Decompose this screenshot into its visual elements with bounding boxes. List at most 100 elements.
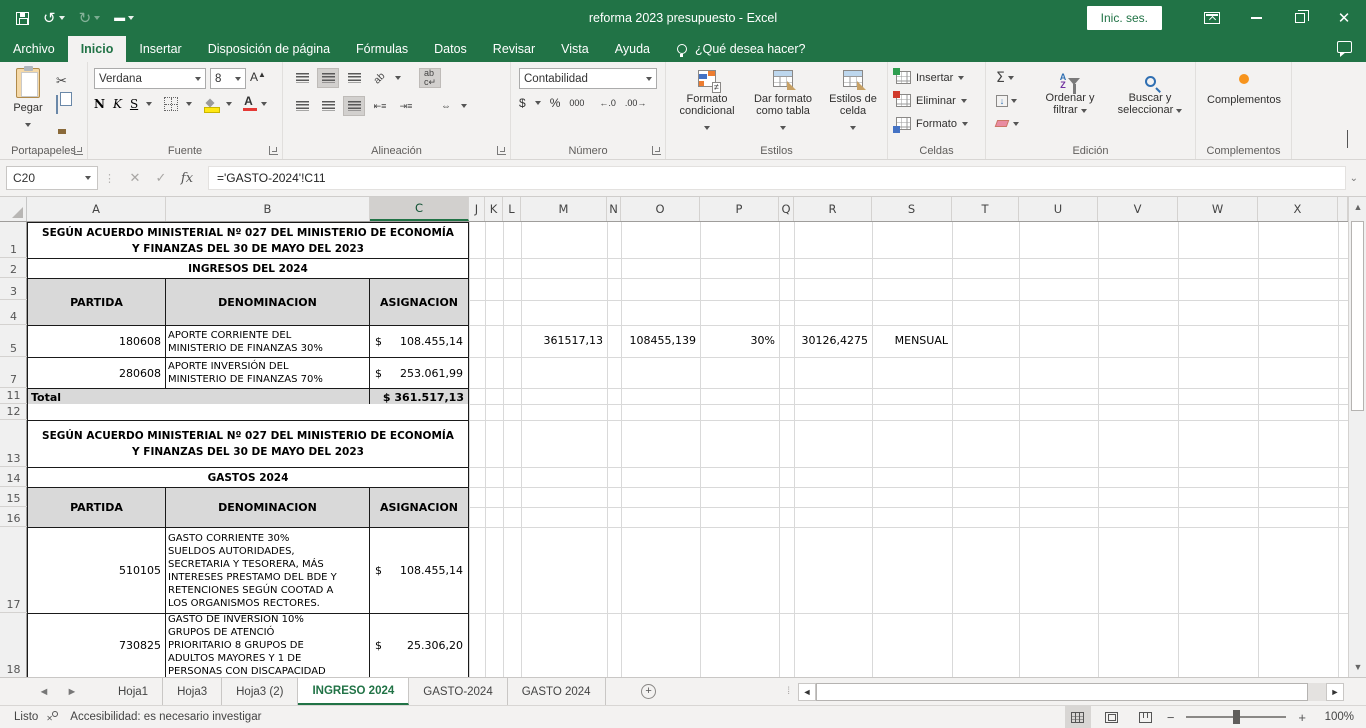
col-header-O[interactable]: O — [621, 197, 700, 221]
sheet-tab-gasto-2024b[interactable]: GASTO 2024 — [508, 678, 606, 705]
scroll-up-icon[interactable]: ▲ — [1349, 197, 1366, 217]
number-format-select[interactable]: Contabilidad — [519, 68, 657, 89]
cell-denominacion[interactable]: GASTO DE INVERSION 10% GRUPOS DE ATENCIÓ… — [166, 614, 370, 677]
cell-asignacion[interactable]: $ 108.455,14 — [370, 528, 468, 613]
borders-caret-icon[interactable] — [186, 102, 192, 106]
borders-icon[interactable] — [164, 97, 178, 111]
cell-denominacion[interactable]: GASTO CORRIENTE 30% SUELDOS AUTORIDADES,… — [166, 528, 370, 613]
row-header-7[interactable]: 7 — [0, 357, 27, 388]
increase-indent-icon[interactable]: ⇥≡ — [395, 96, 417, 116]
cancel-formula-icon[interactable]: ✕ — [122, 166, 148, 190]
zoom-out-icon[interactable]: − — [1167, 710, 1175, 725]
tab-disposicion[interactable]: Disposición de página — [195, 36, 343, 62]
accessibility-status[interactable]: Accesibilidad: es necesario investigar — [70, 711, 261, 723]
header-denominacion[interactable]: DENOMINACION — [166, 488, 370, 527]
row-header-15[interactable]: 15 — [0, 487, 27, 507]
col-header-M[interactable]: M — [521, 197, 607, 221]
cell-R5[interactable]: 30126,4275 — [794, 325, 872, 357]
cell-partida[interactable]: 180608 — [28, 326, 166, 357]
align-center-icon[interactable] — [317, 96, 339, 116]
row-header-17[interactable]: 17 — [0, 527, 27, 613]
font-name-select[interactable]: Verdana — [94, 68, 206, 89]
wrap-text-icon[interactable]: abc↵ — [419, 68, 441, 88]
format-painter-button[interactable] — [56, 120, 60, 138]
row12-spacer[interactable] — [27, 404, 469, 420]
row-header-3[interactable]: 3 — [0, 278, 27, 300]
underline-caret-icon[interactable] — [146, 102, 152, 106]
col-header-L[interactable]: L — [503, 197, 521, 221]
view-page-layout-icon[interactable] — [1099, 706, 1125, 728]
col-header-B[interactable]: B — [166, 197, 370, 221]
header-partida[interactable]: PARTIDA — [28, 279, 166, 325]
new-sheet-button[interactable]: + — [634, 678, 664, 705]
zoom-in-icon[interactable]: + — [1298, 710, 1306, 725]
ribbon-display-options-icon[interactable] — [1190, 0, 1234, 36]
comments-icon[interactable] — [1337, 41, 1352, 53]
cell-M5[interactable]: 361517,13 — [521, 325, 607, 357]
cell-asignacion[interactable]: $ 253.061,99 — [370, 358, 468, 388]
zoom-slider-thumb[interactable] — [1233, 710, 1240, 724]
orientation-icon[interactable]: ab — [369, 68, 391, 88]
cell-A1-acuerdo[interactable]: SEGÚN ACUERDO MINISTERIAL Nº 027 DEL MIN… — [28, 223, 468, 259]
align-bottom-icon[interactable] — [343, 68, 365, 88]
row-header-5[interactable]: 5 — [0, 325, 27, 357]
decrease-indent-icon[interactable]: ⇤≡ — [369, 96, 391, 116]
cell-partida[interactable]: 280608 — [28, 358, 166, 388]
view-normal-icon[interactable] — [1065, 706, 1091, 728]
customize-qat-icon[interactable]: ▬ — [114, 12, 134, 24]
minimize-button[interactable] — [1234, 0, 1278, 36]
select-all-corner[interactable] — [0, 197, 27, 221]
currency-format-button[interactable]: $ — [519, 96, 526, 110]
col-header-K[interactable]: K — [485, 197, 503, 221]
tab-inicio[interactable]: Inicio — [68, 36, 127, 62]
cell-P5[interactable]: 30% — [700, 325, 779, 357]
row-header-2[interactable]: 2 — [0, 258, 27, 278]
decrease-decimal-icon[interactable]: .00→ — [625, 98, 647, 108]
horizontal-scroll-thumb[interactable] — [816, 683, 1308, 701]
format-cells-button[interactable]: Formato — [896, 117, 968, 130]
addins-button[interactable]: Complementos — [1196, 74, 1292, 106]
zoom-slider[interactable] — [1186, 716, 1286, 718]
currency-caret-icon[interactable] — [535, 101, 541, 105]
cell-total-label[interactable]: Total — [28, 389, 370, 405]
header-denominacion[interactable]: DENOMINACION — [166, 279, 370, 325]
paste-button[interactable]: Pegar — [8, 68, 48, 132]
cell-S5[interactable]: MENSUAL — [872, 325, 952, 357]
find-select-button[interactable]: Buscar y seleccionar — [1110, 70, 1190, 116]
italic-button[interactable]: K — [113, 97, 122, 111]
font-size-select[interactable]: 8 — [210, 68, 246, 89]
enter-formula-icon[interactable]: ✓ — [148, 166, 174, 190]
collapse-ribbon-icon[interactable] — [1347, 131, 1348, 149]
cell-O5[interactable]: 108455,139 — [621, 325, 700, 357]
name-box[interactable]: C20 — [6, 166, 98, 190]
orientation-caret-icon[interactable] — [395, 76, 401, 80]
col-header-U[interactable]: U — [1019, 197, 1098, 221]
accessibility-icon[interactable] — [48, 711, 60, 723]
close-button[interactable]: ✕ — [1322, 0, 1366, 36]
align-middle-icon[interactable] — [317, 68, 339, 88]
format-as-table-button[interactable]: Dar formato como tabla — [746, 70, 820, 135]
align-left-icon[interactable] — [291, 96, 313, 116]
alignment-dialog-launcher[interactable] — [497, 146, 506, 155]
copy-button[interactable] — [56, 96, 58, 114]
clipboard-dialog-launcher[interactable] — [74, 146, 83, 155]
col-header-W[interactable]: W — [1178, 197, 1258, 221]
tell-me-search[interactable]: ¿Qué desea hacer? — [677, 36, 806, 62]
clear-button[interactable] — [996, 120, 1019, 127]
font-dialog-launcher[interactable] — [269, 146, 278, 155]
zoom-level[interactable]: 100% — [1314, 711, 1354, 723]
sheet-tab-gasto-2024a[interactable]: GASTO-2024 — [409, 678, 507, 705]
comma-format-button[interactable]: 000 — [569, 98, 584, 108]
undo-icon[interactable]: ↺ — [43, 9, 65, 27]
cell-A2-ingresos-title[interactable]: INGRESOS DEL 2024 — [28, 259, 468, 279]
cells-canvas[interactable]: SEGÚN ACUERDO MINISTERIAL Nº 027 DEL MIN… — [27, 222, 1348, 677]
cell-asignacion[interactable]: $ 108.455,14 — [370, 326, 468, 357]
row-header-16[interactable]: 16 — [0, 507, 27, 527]
col-header-S[interactable]: S — [872, 197, 952, 221]
row-header-4[interactable]: 4 — [0, 300, 27, 325]
sheet-tab-hoja1[interactable]: Hoja1 — [104, 678, 163, 705]
cell-A13-acuerdo[interactable]: SEGÚN ACUERDO MINISTERIAL Nº 027 DEL MIN… — [28, 421, 468, 468]
horizontal-scrollbar[interactable]: ◄ ► — [798, 678, 1344, 705]
row-header-13[interactable]: 13 — [0, 420, 27, 467]
tab-formulas[interactable]: Fórmulas — [343, 36, 421, 62]
